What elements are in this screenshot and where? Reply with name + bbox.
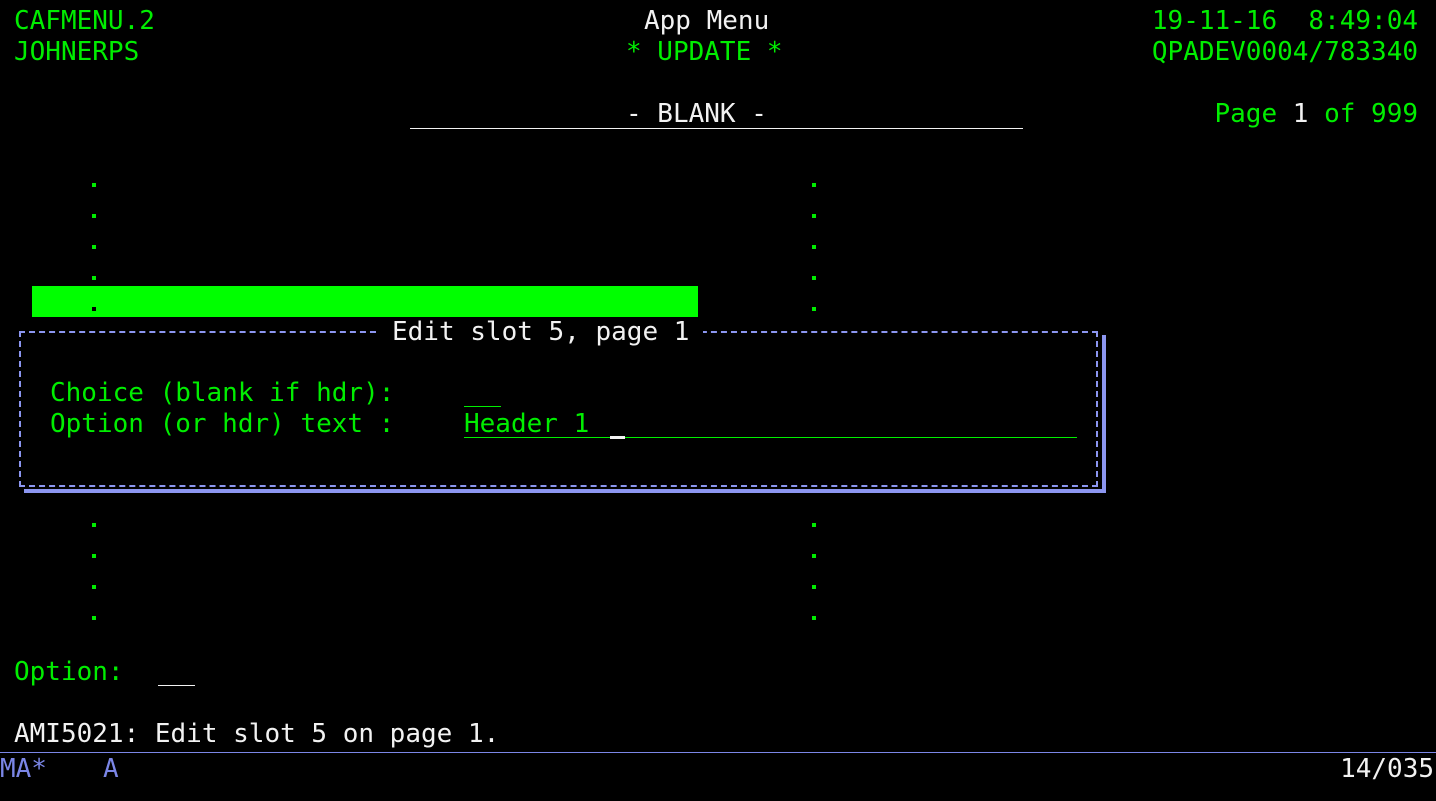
slot-dot <box>92 183 96 187</box>
message-line: AMI5021: Edit slot 5 on page 1. <box>14 719 500 749</box>
slot-dot <box>92 276 96 280</box>
slot-dot <box>812 214 816 218</box>
selected-slot-bar[interactable] <box>32 286 698 317</box>
slot-dot <box>92 245 96 249</box>
slot-dot <box>812 616 816 620</box>
option-label: Option: <box>14 657 124 687</box>
program-name: CAFMENU.2 <box>14 6 155 36</box>
page-indicator: Page 1 of 999 <box>1183 68 1418 129</box>
slot-dot <box>812 307 816 311</box>
user-name: JOHNERPS <box>14 37 140 67</box>
status-divider <box>0 752 1436 753</box>
slot-dot <box>92 307 96 311</box>
page-current: 1 <box>1292 99 1309 129</box>
page-prefix: Page <box>1214 99 1278 129</box>
page-total: of 999 <box>1324 99 1418 129</box>
screen-title: App Menu <box>644 6 770 36</box>
slot-dot <box>812 276 816 280</box>
cursor-position: 14/035 <box>1340 754 1434 784</box>
section-underline <box>410 128 1023 129</box>
slot-dot <box>92 214 96 218</box>
section-heading: - BLANK - <box>626 99 767 129</box>
status-session: MA* <box>0 754 47 784</box>
mode-indicator: * UPDATE * <box>626 37 783 67</box>
slot-dot <box>812 183 816 187</box>
slot-dot <box>92 616 96 620</box>
slot-dot <box>812 245 816 249</box>
slot-dot <box>92 523 96 527</box>
choice-label: Choice (blank if hdr): <box>50 378 395 408</box>
slot-dot <box>92 554 96 558</box>
status-mode: A <box>103 754 119 784</box>
slot-dot <box>812 585 816 589</box>
option-text-input[interactable]: Header 1 <box>464 409 1077 439</box>
option-text-label: Option (or hdr) text : <box>50 409 395 439</box>
text-cursor <box>610 436 625 439</box>
popup-title: Edit slot 5, page 1 <box>378 317 704 348</box>
slot-dot <box>812 554 816 558</box>
slot-dot <box>92 585 96 589</box>
option-input[interactable] <box>158 657 195 686</box>
date-time: 19-11-16 8:49:04 <box>1151 6 1418 36</box>
slot-dot <box>812 523 816 527</box>
job-id: QPADEV0004/783340 <box>1151 37 1418 67</box>
choice-input[interactable] <box>464 378 501 407</box>
